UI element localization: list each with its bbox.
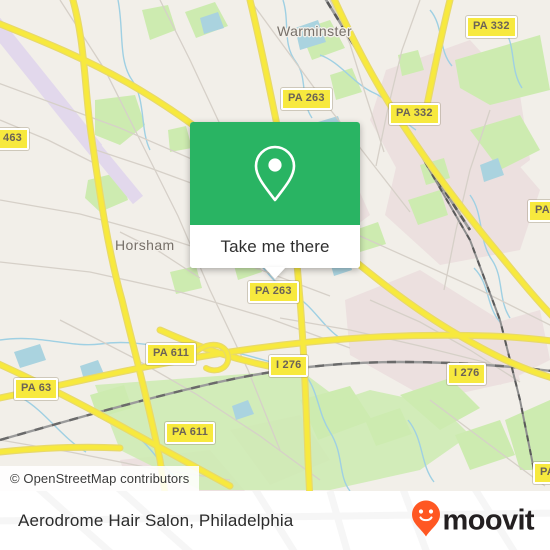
map-canvas[interactable]: Warminster Horsham PA 332 PA 263 PA 332 … (0, 0, 550, 491)
map-screenshot: Warminster Horsham PA 332 PA 263 PA 332 … (0, 0, 550, 550)
highway-shield-pa-611-north[interactable]: PA 611 (146, 343, 197, 365)
moovit-brand[interactable]: moovit (411, 499, 535, 542)
take-me-there-label: Take me there (220, 236, 330, 256)
moovit-smiley-pin-icon (411, 499, 441, 542)
highway-shield-i-276-west[interactable]: I 276 (269, 355, 309, 377)
popup-action-row[interactable]: Take me there (190, 225, 360, 268)
highway-shield-463[interactable]: 463 (0, 128, 29, 150)
highway-shield-pa-263-south[interactable]: PA 263 (248, 281, 299, 303)
highway-shield-pa-63[interactable]: PA 63 (14, 378, 59, 400)
map-pin-icon (252, 144, 298, 204)
map-attribution[interactable]: © OpenStreetMap contributors (0, 466, 200, 491)
popup-header (190, 122, 360, 225)
highway-shield-pa-263-north[interactable]: PA 263 (281, 88, 332, 110)
highway-shield-i-276-east[interactable]: I 276 (447, 363, 487, 385)
highway-shield-pa-332-north[interactable]: PA 332 (466, 16, 517, 38)
highway-shield-pa-332-mid[interactable]: PA 332 (389, 103, 440, 125)
highway-shield-pa-611-south[interactable]: PA 611 (165, 422, 216, 444)
highway-shield-pa-right-lower[interactable]: PA (533, 462, 550, 484)
moovit-wordmark: moovit (442, 504, 535, 536)
highway-shield-pa-right-upper[interactable]: PA (528, 200, 550, 222)
attribution-text: © OpenStreetMap contributors (10, 471, 190, 486)
place-popup-card[interactable]: Take me there (190, 122, 360, 279)
place-title: Aerodrome Hair Salon, Philadelphia (18, 510, 294, 530)
popup-pointer (264, 267, 286, 279)
footer-bar: Aerodrome Hair Salon, Philadelphia moovi… (0, 491, 550, 550)
